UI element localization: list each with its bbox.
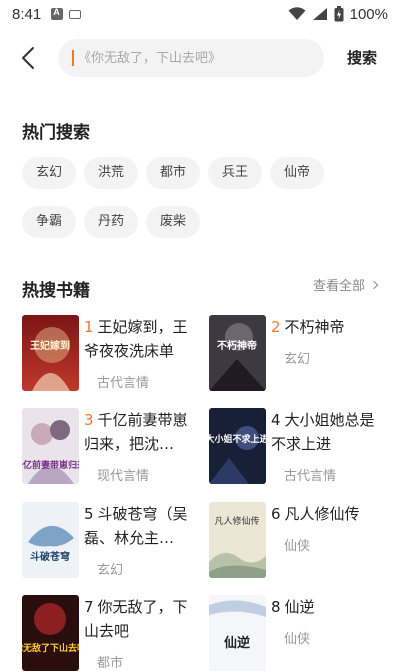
hot-tag[interactable]: 仙帝 <box>270 157 325 189</box>
book-item[interactable]: 斗破苍穹 5 斗破苍穹（吴磊、林允主… 玄幻 <box>22 502 207 578</box>
book-title-text: 斗破苍穹（吴磊、林允主… <box>84 505 188 547</box>
book-cover-art: 斗破苍穹 <box>22 502 79 578</box>
book-title: 5 斗破苍穹（吴磊、林允主… <box>84 502 202 550</box>
hot-books-title: 热搜书籍 <box>22 281 90 301</box>
book-cover-text: 凡人修仙传 <box>214 515 259 527</box>
book-title: 7 你无敌了，下山去吧 <box>84 595 202 643</box>
status-bar: 8:41 100% <box>0 0 400 28</box>
search-input[interactable] <box>78 50 308 66</box>
book-cover-art: 王妃嫁到 <box>22 315 79 391</box>
book-item[interactable]: 不朽神帝 2 不朽神帝 玄幻 <box>209 315 394 391</box>
book-item[interactable]: 仙逆 8 仙逆 仙侠 <box>209 595 394 671</box>
book-item[interactable]: 凡人修仙传 6 凡人修仙传 仙侠 <box>209 502 394 578</box>
search-box[interactable] <box>58 39 324 77</box>
battery-icon <box>334 6 344 22</box>
book-title: 2 不朽神帝 <box>271 315 389 339</box>
book-category: 都市 <box>97 656 124 671</box>
book-cover[interactable]: 千亿前妻带崽归来 <box>22 408 79 484</box>
book-cover-art: 千亿前妻带崽归来 <box>22 408 79 484</box>
app-notification-icon <box>51 7 64 20</box>
view-all-label: 查看全部 <box>313 279 366 294</box>
keyboard-icon <box>69 10 82 19</box>
book-title-text: 凡人修仙传 <box>284 505 360 523</box>
book-cover[interactable]: 不朽神帝 <box>209 315 266 391</box>
book-cover-text: 不朽神帝 <box>217 339 257 352</box>
status-time: 8:41 <box>12 5 42 23</box>
book-title-text: 你无敌了，下山去吧 <box>84 598 188 640</box>
rank-number: 7 <box>84 598 94 616</box>
book-cover-text: 大小姐不求上进 <box>209 433 266 445</box>
rank-number: 8 <box>271 598 281 616</box>
book-cover[interactable]: 凡人修仙传 <box>209 502 266 578</box>
hot-tag[interactable]: 丹药 <box>84 206 139 238</box>
book-cover-art: 仙逆 <box>209 595 266 671</box>
book-cover-art: 凡人修仙传 <box>209 502 266 578</box>
book-category: 古代言情 <box>97 376 150 391</box>
hot-tag[interactable]: 都市 <box>146 157 201 189</box>
book-title-text: 千亿前妻带崽归来，把沈… <box>84 411 188 453</box>
battery-percent: 100% <box>349 5 388 23</box>
book-cover-text: 仙逆 <box>224 635 250 651</box>
book-category: 仙侠 <box>284 539 311 554</box>
rank-number: 3 <box>84 411 94 429</box>
book-category: 玄幻 <box>97 563 124 578</box>
hot-search-title: 热门搜索 <box>22 123 90 143</box>
book-title-text: 王妃嫁到，王爷夜夜洗床单 <box>84 318 188 360</box>
notification-icons <box>51 7 82 20</box>
book-category: 古代言情 <box>284 469 337 484</box>
rank-number: 1 <box>84 318 94 336</box>
book-title-text: 大小姐她总是不求上进 <box>271 411 375 453</box>
book-cover[interactable]: 王妃嫁到 <box>22 315 79 391</box>
book-cover-art: 大小姐不求上进 <box>209 408 266 484</box>
book-title-text: 不朽神帝 <box>284 318 345 336</box>
book-title-text: 仙逆 <box>284 598 315 616</box>
book-item[interactable]: 你无敌了下山去吧 7你无敌了，下山去吧 都市 <box>22 595 207 671</box>
hot-tag[interactable]: 洪荒 <box>84 157 139 189</box>
book-item[interactable]: 王妃嫁到 1 王妃嫁到，王爷夜夜洗床单 古代言情 <box>22 315 207 391</box>
rank-number: 5 <box>84 505 94 523</box>
chevron-right-icon <box>369 280 379 289</box>
rank-number: 6 <box>271 505 281 523</box>
search-header: 搜索 <box>0 38 400 78</box>
book-cover[interactable]: 你无敌了下山去吧 <box>22 595 79 671</box>
book-item[interactable]: 大小姐不求上进 4 大小姐她总是不求上进 古代言情 <box>209 408 394 484</box>
hot-tag[interactable]: 争霸 <box>22 206 77 238</box>
hot-tag[interactable]: 玄幻 <box>22 157 77 189</box>
book-cover-text: 千亿前妻带崽归来 <box>22 459 79 471</box>
book-category: 仙侠 <box>284 632 311 647</box>
book-cover-art: 你无敌了下山去吧 <box>22 595 79 671</box>
book-cover-text: 斗破苍穹 <box>30 550 70 563</box>
hot-tag[interactable]: 废柴 <box>146 206 201 238</box>
rank-number: 2 <box>271 318 281 336</box>
book-title: 4 大小姐她总是不求上进 <box>271 408 389 456</box>
text-cursor <box>72 50 74 66</box>
book-cover[interactable]: 仙逆 <box>209 595 266 671</box>
book-title: 8 仙逆 <box>271 595 389 619</box>
rank-number: 4 <box>271 411 281 429</box>
signal-icon <box>312 8 327 20</box>
hot-tag[interactable]: 兵王 <box>208 157 263 189</box>
book-item[interactable]: 千亿前妻带崽归来 3千亿前妻带崽归来，把沈… 现代言情 <box>22 408 207 484</box>
back-arrow-icon[interactable] <box>18 46 40 70</box>
book-title: 6 凡人修仙传 <box>271 502 389 526</box>
book-title: 1 王妃嫁到，王爷夜夜洗床单 <box>84 315 202 363</box>
book-category: 现代言情 <box>97 469 150 484</box>
view-all-link[interactable]: 查看全部 <box>313 275 379 294</box>
book-title: 3 千亿前妻带崽归来，把沈… <box>84 408 202 456</box>
book-cover-text: 你无敌了下山去吧 <box>22 642 79 654</box>
search-button[interactable]: 搜索 <box>347 47 377 68</box>
book-cover-text: 王妃嫁到 <box>30 339 70 352</box>
book-cover[interactable]: 大小姐不求上进 <box>209 408 266 484</box>
book-cover-art: 不朽神帝 <box>209 315 266 391</box>
book-category: 玄幻 <box>284 352 311 367</box>
book-cover[interactable]: 斗破苍穹 <box>22 502 79 578</box>
status-right: 100% <box>288 6 388 23</box>
wifi-icon <box>288 7 306 20</box>
